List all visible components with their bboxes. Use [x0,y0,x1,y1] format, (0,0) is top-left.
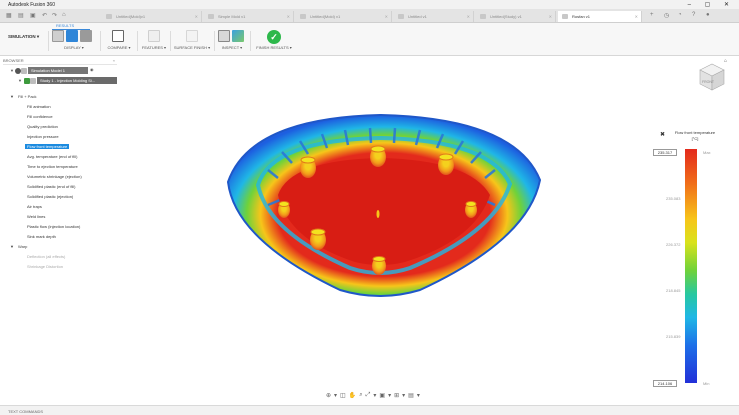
dropdown-icon[interactable]: ▾ [373,392,376,400]
legend-title: Flow front temperature [°C] [666,130,724,142]
close-icon[interactable]: ✖ [660,131,665,138]
legend-tick: 226.372 [666,242,681,247]
legend-color-bar [685,149,697,383]
pan-icon[interactable]: ✋ [349,392,356,400]
legend-min-input[interactable]: 214.106 [653,380,677,387]
display-mode-icon[interactable]: ▣ [379,392,385,400]
legend-tick: 215.839 [666,334,681,339]
text-commands-label: TEXT COMMANDS [8,409,44,414]
dropdown-icon[interactable]: ▾ [402,392,405,400]
dropdown-icon[interactable]: ▾ [388,392,391,400]
legend-min-tag: Min [703,381,710,386]
viewcube-face-label: FRONT [702,80,715,84]
dropdown-icon[interactable]: ▾ [334,392,337,400]
legend-max-input[interactable]: 235.317 [653,149,677,156]
legend-max-tag: Max [703,150,711,155]
viewcube-home-icon[interactable]: ⌂ [724,58,727,64]
result-legend: ✖ Flow front temperature [°C] 235.317 21… [650,128,730,390]
grid-settings-icon[interactable]: ⊞ [394,392,399,400]
look-at-icon[interactable]: ◫ [340,392,346,400]
viewports-icon[interactable]: ▤ [408,392,414,400]
dropdown-icon[interactable]: ▾ [417,392,420,400]
text-commands-bar[interactable]: TEXT COMMANDS [0,405,739,415]
legend-tick: 235.083 [666,196,681,201]
fit-icon[interactable]: ⤢ [366,392,371,400]
navigation-bar: ⊕ ▾ ◫ ✋ ⌕ ⤢ ▾ ▣ ▾ ⊞ ▾ ▤ ▾ [326,392,420,400]
simulation-result-model[interactable] [0,0,739,415]
legend-tick: 218.845 [666,288,681,293]
viewcube[interactable]: ⌂ FRONT [694,56,730,100]
zoom-icon[interactable]: ⌕ [359,392,362,400]
orbit-icon[interactable]: ⊕ [326,392,331,400]
legend-unit: [°C] [691,136,699,141]
